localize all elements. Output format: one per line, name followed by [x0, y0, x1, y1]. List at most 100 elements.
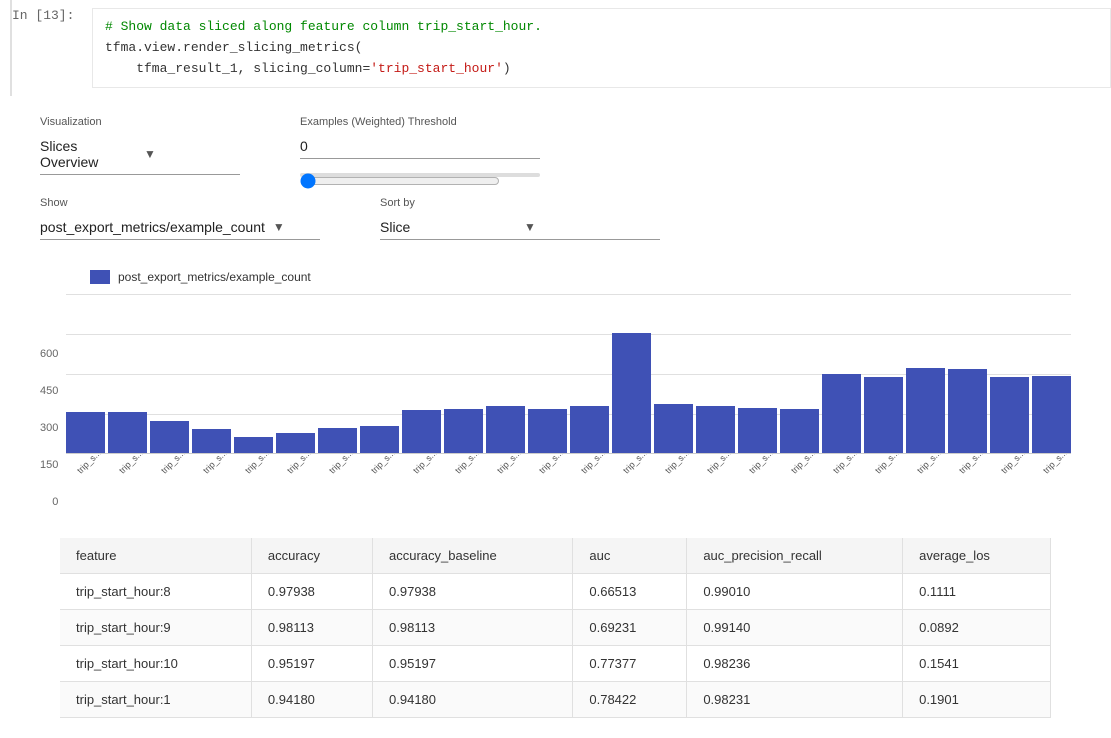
- table-cell-auc-0: 0.66513: [573, 574, 687, 610]
- table-cell-feature-1: trip_start_hour:9: [60, 610, 251, 646]
- table-header-row: featureaccuracyaccuracy_baselineaucauc_p…: [60, 538, 1051, 574]
- bar-19[interactable]: [864, 377, 903, 453]
- table-row-3: trip_start_hour:10.941800.941800.784220.…: [60, 682, 1051, 718]
- table-header: featureaccuracyaccuracy_baselineaucauc_p…: [60, 538, 1051, 574]
- data-table: featureaccuracyaccuracy_baselineaucauc_p…: [60, 538, 1051, 718]
- table-header-auc: auc: [573, 538, 687, 574]
- notebook-cell: In [13]: # Show data sliced along featur…: [0, 0, 1111, 96]
- bar-6[interactable]: [318, 428, 357, 453]
- table-cell-auc_precision_recall-3: 0.98231: [687, 682, 903, 718]
- code-comment: # Show data sliced along feature column …: [105, 19, 542, 34]
- bars-container: [66, 294, 1071, 454]
- chart-body: trip_s...trip_s...trip_s...trip_s...trip…: [66, 294, 1071, 508]
- legend-color-swatch: [90, 270, 110, 284]
- legend-label: post_export_metrics/example_count: [118, 270, 311, 284]
- cell-label: In [13]:: [12, 8, 92, 23]
- bar-1[interactable]: [108, 412, 147, 453]
- bar-20[interactable]: [906, 368, 945, 453]
- bar-15[interactable]: [696, 406, 735, 453]
- bar-18[interactable]: [822, 374, 861, 453]
- code-func-2: tfma_result_1, slicing_column=: [105, 61, 370, 76]
- table-cell-accuracy-0: 0.97938: [251, 574, 372, 610]
- table-cell-auc_precision_recall-1: 0.99140: [687, 610, 903, 646]
- table-row-0: trip_start_hour:80.979380.979380.665130.…: [60, 574, 1051, 610]
- show-select[interactable]: post_export_metrics/example_count ▼: [40, 215, 320, 240]
- bar-3[interactable]: [192, 429, 231, 453]
- threshold-label: Examples (Weighted) Threshold: [300, 116, 540, 128]
- code-func: tfma.view.render_slicing_metrics(: [105, 40, 362, 55]
- threshold-input[interactable]: [300, 134, 540, 159]
- visualization-value: Slices Overview: [40, 138, 136, 170]
- bar-16[interactable]: [738, 408, 777, 453]
- code-block: # Show data sliced along feature column …: [92, 8, 1111, 88]
- sort-control: Sort by Slice ▼: [380, 197, 660, 240]
- table-cell-accuracy-3: 0.94180: [251, 682, 372, 718]
- bar-8[interactable]: [402, 410, 441, 453]
- table-cell-auc_precision_recall-0: 0.99010: [687, 574, 903, 610]
- bar-12[interactable]: [570, 406, 609, 453]
- table-cell-auc-3: 0.78422: [573, 682, 687, 718]
- chart-area: post_export_metrics/example_count 600 45…: [40, 270, 1071, 508]
- y-label-150: 150: [40, 459, 58, 471]
- threshold-slider[interactable]: [300, 173, 500, 189]
- chart-legend: post_export_metrics/example_count: [90, 270, 1071, 284]
- table-cell-accuracy-2: 0.95197: [251, 646, 372, 682]
- bar-23[interactable]: [1032, 376, 1071, 453]
- table-row-2: trip_start_hour:100.951970.951970.773770…: [60, 646, 1051, 682]
- table-header-accuracy_baseline: accuracy_baseline: [373, 538, 573, 574]
- bar-0[interactable]: [66, 412, 105, 453]
- code-line-1: # Show data sliced along feature column …: [105, 17, 1098, 38]
- table-row-1: trip_start_hour:90.981130.981130.692310.…: [60, 610, 1051, 646]
- table-header-average_los: average_los: [903, 538, 1051, 574]
- bar-21[interactable]: [948, 369, 987, 453]
- table-cell-accuracy-1: 0.98113: [251, 610, 372, 646]
- table-cell-feature-0: trip_start_hour:8: [60, 574, 251, 610]
- code-line-3: tfma_result_1, slicing_column='trip_star…: [105, 59, 1098, 80]
- show-chevron-icon: ▼: [273, 220, 320, 234]
- x-labels: trip_s...trip_s...trip_s...trip_s...trip…: [66, 458, 1071, 508]
- visualization-control: Visualization Slices Overview ▼: [40, 116, 240, 175]
- table-cell-average_los-3: 0.1901: [903, 682, 1051, 718]
- bar-2[interactable]: [150, 421, 189, 453]
- table-cell-average_los-0: 0.1111: [903, 574, 1051, 610]
- chart-wrapper: 600 450 300 150 0 trip_s...trip_s..: [40, 294, 1071, 508]
- table-cell-average_los-2: 0.1541: [903, 646, 1051, 682]
- y-label-450: 450: [40, 385, 58, 397]
- visualization-chevron-icon: ▼: [144, 147, 240, 161]
- table-container: featureaccuracyaccuracy_baselineaucauc_p…: [60, 528, 1051, 718]
- show-value: post_export_metrics/example_count: [40, 219, 265, 235]
- threshold-control: Examples (Weighted) Threshold: [300, 116, 540, 177]
- cell-input-area: In [13]: # Show data sliced along featur…: [10, 0, 1111, 96]
- table-cell-feature-2: trip_start_hour:10: [60, 646, 251, 682]
- table-cell-accuracy_baseline-0: 0.97938: [373, 574, 573, 610]
- bar-13[interactable]: [612, 333, 651, 453]
- sort-select[interactable]: Slice ▼: [380, 215, 660, 240]
- y-axis: 600 450 300 150 0: [40, 348, 66, 508]
- bar-22[interactable]: [990, 377, 1029, 453]
- visualization-label: Visualization: [40, 116, 240, 128]
- visualization-select[interactable]: Slices Overview ▼: [40, 134, 240, 175]
- bar-9[interactable]: [444, 409, 483, 453]
- bar-5[interactable]: [276, 433, 315, 453]
- bar-11[interactable]: [528, 409, 567, 453]
- bar-7[interactable]: [360, 426, 399, 453]
- table-cell-auc-2: 0.77377: [573, 646, 687, 682]
- bar-17[interactable]: [780, 409, 819, 453]
- bar-14[interactable]: [654, 404, 693, 453]
- table-cell-accuracy_baseline-1: 0.98113: [373, 610, 573, 646]
- table-cell-auc-1: 0.69231: [573, 610, 687, 646]
- bar-10[interactable]: [486, 406, 525, 453]
- code-string: 'trip_start_hour': [370, 61, 503, 76]
- table-header-accuracy: accuracy: [251, 538, 372, 574]
- table-cell-average_los-1: 0.0892: [903, 610, 1051, 646]
- y-label-300: 300: [40, 422, 58, 434]
- code-line-2: tfma.view.render_slicing_metrics(: [105, 38, 1098, 59]
- y-label-0: 0: [52, 496, 58, 508]
- bar-4[interactable]: [234, 437, 273, 453]
- table-header-auc_precision_recall: auc_precision_recall: [687, 538, 903, 574]
- y-label-600: 600: [40, 348, 58, 360]
- table-cell-feature-3: trip_start_hour:1: [60, 682, 251, 718]
- show-control: Show post_export_metrics/example_count ▼: [40, 197, 320, 240]
- show-sort-row: Show post_export_metrics/example_count ▼…: [40, 197, 1071, 240]
- table-cell-auc_precision_recall-2: 0.98236: [687, 646, 903, 682]
